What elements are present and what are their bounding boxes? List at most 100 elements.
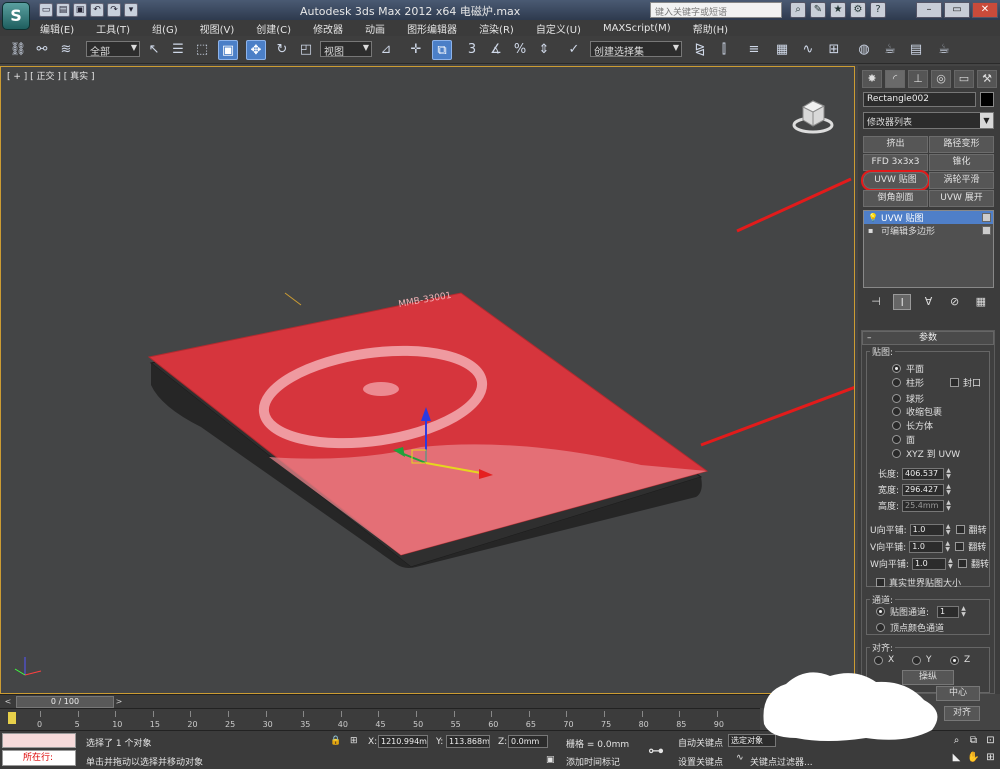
rendered-frame-icon[interactable]: ▤	[906, 40, 926, 60]
field-of-view-icon[interactable]: ◣	[949, 750, 964, 765]
real-world-map-size-checkbox[interactable]: 真实世界贴图大小	[876, 576, 961, 589]
keyboard-shortcut-override-icon[interactable]: ⧉	[432, 40, 452, 60]
reference-coordinate-dropdown[interactable]: 视图 ▼	[320, 41, 372, 58]
menu-item-11[interactable]: 帮助(H)	[693, 21, 728, 36]
show-end-result-icon[interactable]: Ⅰ	[893, 294, 912, 310]
quick-access-dropdown-icon[interactable]: ▾	[124, 3, 138, 17]
spinner-icon[interactable]: ▲ ▼	[945, 523, 952, 536]
material-editor-icon[interactable]: ◍	[854, 40, 874, 60]
mapping-planar-radio[interactable]: 平面	[892, 362, 924, 375]
center-button-visible[interactable]: 中心	[936, 686, 980, 701]
menu-item-0[interactable]: 编辑(E)	[40, 21, 74, 36]
zoom-extents-icon[interactable]: ⊡	[983, 733, 998, 748]
wrench-icon[interactable]: ✎	[810, 2, 826, 18]
v-tile-input[interactable]: 1.0	[909, 540, 944, 553]
pin-stack-icon[interactable]: ⊣	[867, 294, 885, 310]
menu-item-4[interactable]: 创建(C)	[256, 21, 291, 36]
rect-selection-icon[interactable]: ⬚	[192, 40, 212, 60]
modifier-button-turbosmooth[interactable]: 涡轮平滑	[929, 172, 994, 189]
set-key-button[interactable]: 设置关键点	[678, 755, 723, 768]
u-flip-checkbox[interactable]: 翻转	[955, 523, 987, 536]
stack-item-editable-poly[interactable]: ▪ 可编辑多边形	[864, 224, 993, 237]
zoom-all-icon[interactable]: ⧉	[966, 733, 981, 748]
time-slider-thumb[interactable]: 0 / 100	[16, 696, 114, 708]
spinner-snap-icon[interactable]: ⇕	[534, 40, 554, 60]
absolute-mode-icon[interactable]: ⊞	[350, 736, 358, 746]
menu-item-2[interactable]: 组(G)	[152, 21, 178, 36]
u-tile-input[interactable]: 1.0	[909, 523, 944, 536]
key-filters-button[interactable]: 关键点过滤器...	[750, 755, 813, 768]
mapping-shrink-wrap-radio[interactable]: 收缩包裹	[892, 405, 942, 418]
info-center-icon[interactable]: ⚙	[850, 2, 866, 18]
w-tile-input[interactable]: 1.0	[911, 557, 946, 570]
bind-space-warp-icon[interactable]: ≋	[56, 40, 76, 60]
angle-snap-icon[interactable]: ∡	[486, 40, 506, 60]
mapping-xyz-to-uvw-radio[interactable]: XYZ 到 UVW	[892, 447, 960, 460]
pan-icon[interactable]: ✋	[966, 750, 981, 765]
mirror-icon[interactable]: ⧎	[690, 40, 710, 60]
remove-modifier-icon[interactable]: ⊘	[946, 294, 964, 310]
maximize-button[interactable]: ▭	[944, 2, 970, 18]
star-icon[interactable]: ★	[830, 2, 846, 18]
percent-snap-icon[interactable]: %	[510, 40, 530, 60]
menu-item-3[interactable]: 视图(V)	[200, 21, 235, 36]
open-file-icon[interactable]: ▤	[56, 3, 70, 17]
modifier-button-bevel-profile[interactable]: 倒角剖面	[863, 190, 928, 207]
utilities-tab-icon[interactable]: ⚒	[977, 70, 997, 88]
object-color-swatch[interactable]	[980, 92, 994, 107]
modifier-button-ffd[interactable]: FFD 3x3x3	[863, 154, 928, 171]
parameters-rollout-header[interactable]: – 参数	[862, 331, 994, 345]
length-input[interactable]: 406.537	[902, 467, 945, 480]
mapping-cylindrical-radio[interactable]: 柱形	[892, 376, 924, 389]
time-tag-icon[interactable]: ▣	[546, 755, 555, 765]
menu-item-9[interactable]: 自定义(U)	[536, 21, 581, 36]
height-input[interactable]: 25.4mm	[902, 499, 945, 512]
spinner-icon[interactable]: ▲ ▼	[945, 499, 952, 512]
binoculars-icon[interactable]: ⌕	[790, 2, 806, 18]
help-icon[interactable]: ?	[870, 2, 886, 18]
spinner-icon[interactable]: ▲ ▼	[944, 540, 951, 553]
lock-icon[interactable]: 🔒	[330, 736, 341, 746]
help-search-input[interactable]: 键入关键字或短语	[650, 2, 782, 18]
select-by-name-icon[interactable]: ☰	[168, 40, 188, 60]
configure-modifier-sets-icon[interactable]: ▦	[972, 294, 990, 310]
stack-item-checkbox[interactable]	[982, 226, 991, 235]
curve-editor-icon[interactable]: ∿	[798, 40, 818, 60]
spinner-icon[interactable]: ▲ ▼	[947, 557, 954, 570]
menu-item-1[interactable]: 工具(T)	[96, 21, 130, 36]
track-bar[interactable]: 0 5 10 15 20 25 30 35 40 45 50 55 60 65 70 75 80 85 90	[0, 708, 760, 730]
app-logo-icon[interactable]: S	[2, 2, 30, 30]
menu-item-7[interactable]: 图形编辑器	[407, 21, 457, 36]
map-channel-input[interactable]: 1	[937, 605, 960, 618]
create-tab-icon[interactable]: ✸	[862, 70, 882, 88]
render-setup-icon[interactable]: ☕	[880, 40, 900, 60]
unlink-icon[interactable]: ⚯	[32, 40, 52, 60]
display-tab-icon[interactable]: ▭	[954, 70, 974, 88]
new-file-icon[interactable]: ▭	[39, 3, 53, 17]
spinner-icon[interactable]: ▲ ▼	[945, 467, 952, 480]
layer-manager-icon[interactable]: ≡	[744, 40, 764, 60]
modify-tab-icon[interactable]: ◜	[885, 70, 905, 88]
window-crossing-icon[interactable]: ▣	[218, 40, 238, 60]
spinner-icon[interactable]: ▲ ▼	[960, 605, 967, 618]
z-coordinate-input[interactable]: 0.0mm	[508, 735, 548, 748]
stack-item-uvw-map[interactable]: 💡 UVW 贴图	[864, 211, 993, 224]
select-and-scale-icon[interactable]: ◰	[296, 40, 316, 60]
key-mode-icon[interactable]: ⊶	[648, 741, 664, 760]
maxscript-line[interactable]: 所在行:	[2, 750, 76, 766]
make-unique-icon[interactable]: ∀	[919, 294, 937, 310]
select-object-icon[interactable]: ↖	[144, 40, 164, 60]
add-time-tag[interactable]: 添加时间标记	[566, 755, 620, 768]
redo-icon[interactable]: ↷	[107, 3, 121, 17]
map-channel-radio[interactable]: 贴图通道: 1 ▲ ▼	[876, 605, 967, 618]
select-and-rotate-icon[interactable]: ↻	[272, 40, 292, 60]
x-coordinate-input[interactable]: 1210.994m	[378, 735, 428, 748]
snaps-toggle-icon[interactable]: 3	[462, 40, 482, 60]
select-manipulate-icon[interactable]: ✛	[406, 40, 426, 60]
modifier-button-extrude[interactable]: 挤出	[863, 136, 928, 153]
prev-frame-icon[interactable]: <	[3, 696, 13, 707]
maxscript-listener-input[interactable]	[2, 733, 76, 748]
cap-checkbox[interactable]: 封口	[950, 376, 981, 389]
modifier-button-uvw-map[interactable]: UVW 贴图	[861, 170, 930, 191]
expand-icon[interactable]: ▪	[868, 226, 877, 235]
